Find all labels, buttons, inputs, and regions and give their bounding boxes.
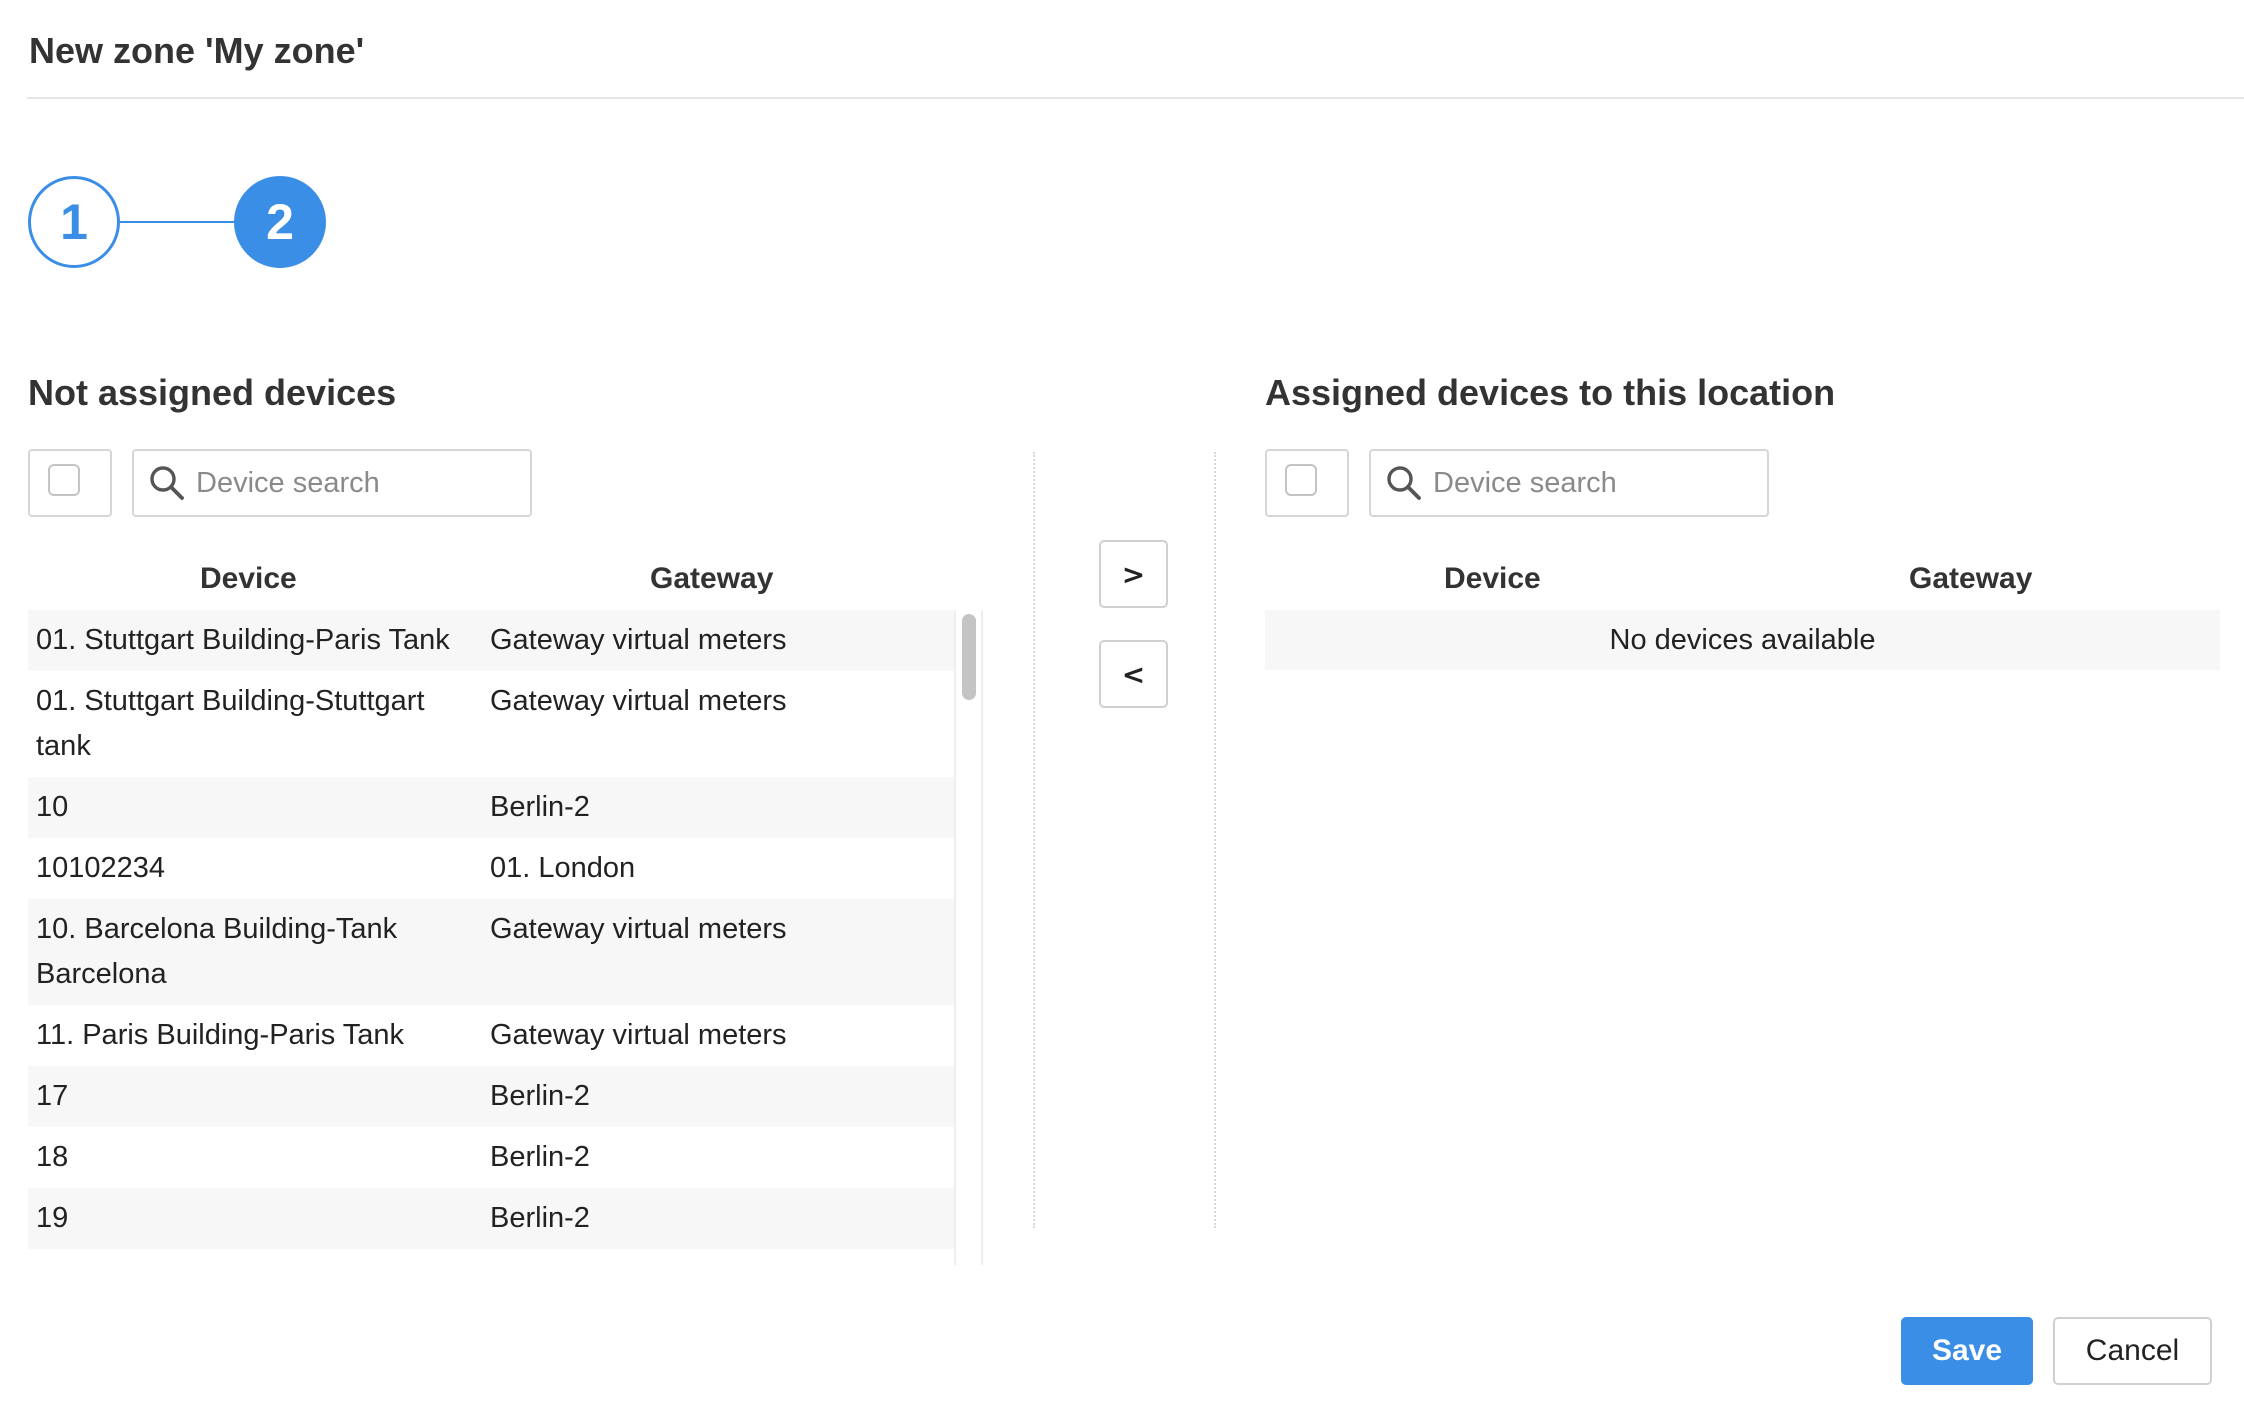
table-row[interactable]: 10102234 01. London (28, 838, 954, 899)
right-panel-title: Assigned devices to this location (1265, 372, 1836, 413)
gateway-cell: Gateway virtual meters (490, 624, 787, 656)
table-row[interactable]: 11. Paris Building-Paris Tank Gateway vi… (28, 1005, 954, 1066)
gateway-cell: Berlin-2 (490, 791, 590, 823)
select-all-checkbox[interactable] (1285, 464, 1317, 496)
gateway-cell: Gateway virtual meters (490, 1019, 787, 1051)
gateway-cell: Berlin-2 (490, 1141, 590, 1173)
table-scrollbar[interactable] (954, 610, 983, 1265)
table-row[interactable]: 01. Stuttgart Building-Paris Tank Gatewa… (28, 610, 954, 671)
search-icon (150, 466, 184, 500)
gateway-cell: Gateway virtual meters (490, 685, 787, 717)
select-all-checkbox[interactable] (48, 464, 80, 496)
scrollbar-thumb[interactable] (962, 614, 976, 700)
table-row[interactable]: 17 Berlin-2 (28, 1066, 954, 1127)
table-row[interactable]: 01. Stuttgart Building-Stuttgart tank Ga… (28, 671, 954, 777)
title-divider (27, 97, 2244, 99)
panel-divider-left (1033, 452, 1035, 1228)
cancel-button[interactable]: Cancel (2053, 1317, 2212, 1385)
left-panel-title: Not assigned devices (28, 372, 397, 413)
device-cell: 19 (36, 1202, 69, 1234)
save-button[interactable]: Save (1901, 1317, 2033, 1385)
search-icon (1387, 466, 1421, 500)
right-search-input[interactable] (1433, 466, 1753, 500)
right-select-all[interactable] (1265, 449, 1349, 517)
empty-state: No devices available (1265, 610, 2220, 670)
table-row[interactable]: 19 Berlin-2 (28, 1188, 954, 1249)
right-col-device[interactable]: Device (1444, 562, 1541, 596)
left-search-input[interactable] (196, 466, 516, 500)
device-cell: 10 (36, 791, 69, 823)
left-search-field[interactable] (132, 449, 532, 517)
step-1[interactable]: 1 (28, 176, 120, 268)
panel-divider-right (1214, 452, 1216, 1228)
device-cell: 10. Barcelona Building-Tank Barcelona (36, 913, 398, 990)
assign-button[interactable]: > (1099, 540, 1168, 608)
dialog-title: New zone 'My zone' (29, 30, 365, 71)
device-cell: 01. Stuttgart Building-Stuttgart tank (36, 685, 425, 762)
gateway-cell: Berlin-2 (490, 1202, 590, 1234)
gateway-cell: Gateway virtual meters (490, 913, 787, 945)
left-select-all[interactable] (28, 449, 112, 517)
right-search-field[interactable] (1369, 449, 1769, 517)
device-cell: 01. Stuttgart Building-Paris Tank (36, 624, 450, 656)
device-cell: 17 (36, 1080, 69, 1112)
table-row[interactable]: 10 Berlin-2 (28, 777, 954, 838)
step-connector (120, 221, 234, 223)
gateway-cell: 01. London (490, 852, 636, 884)
unassign-button[interactable]: < (1099, 640, 1168, 708)
device-cell: 10102234 (36, 852, 166, 884)
table-row[interactable]: 18 Berlin-2 (28, 1127, 954, 1188)
table-row[interactable]: 10. Barcelona Building-Tank Barcelona Ga… (28, 899, 954, 1005)
step-2[interactable]: 2 (234, 176, 326, 268)
right-col-gateway[interactable]: Gateway (1909, 562, 2032, 596)
gateway-cell: Berlin-2 (490, 1080, 590, 1112)
device-cell: 18 (36, 1141, 69, 1173)
left-col-gateway[interactable]: Gateway (650, 562, 773, 596)
device-cell: 11. Paris Building-Paris Tank (36, 1019, 405, 1051)
not-assigned-table: 01. Stuttgart Building-Paris Tank Gatewa… (28, 610, 954, 1265)
left-col-device[interactable]: Device (200, 562, 297, 596)
